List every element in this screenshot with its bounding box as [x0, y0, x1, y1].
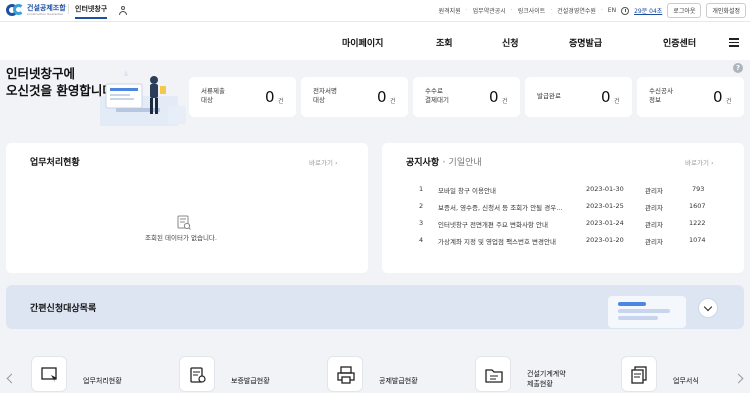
- service-guarantee-issuance[interactable]: 보증발급현황: [179, 356, 299, 393]
- help-icon[interactable]: ?: [733, 63, 743, 73]
- nav-auth-center[interactable]: 인증센터: [663, 36, 696, 49]
- clock-icon: [621, 6, 630, 15]
- notice-row[interactable]: 1 모바일 창구 이용안내 2023-01-30 관리자 793: [382, 185, 748, 203]
- logo-name: 건설공제조합: [27, 4, 66, 12]
- monitor-cursor-icon: [41, 367, 57, 382]
- stat-count: 0: [265, 88, 275, 106]
- nav-certificate[interactable]: 증명발급: [569, 36, 602, 49]
- folder-document-icon: [485, 369, 503, 383]
- quick-title: 간편신청대상목록: [30, 304, 97, 314]
- service-business-forms[interactable]: 업무서식: [621, 356, 731, 393]
- logout-button[interactable]: 로그아웃: [667, 3, 702, 18]
- link-training-institute[interactable]: 건설경영연수원: [557, 6, 596, 15]
- session-timer[interactable]: 29분 04초: [634, 6, 662, 15]
- stat-card-received-construction[interactable]: 수신공사 정보 0 건: [637, 77, 744, 117]
- printer-document-icon: [337, 366, 355, 384]
- personal-settings-button[interactable]: 개인화설정: [706, 3, 746, 18]
- nav-application[interactable]: 신청: [502, 36, 519, 49]
- panel-title: 업무처리현황: [30, 158, 80, 168]
- link-english[interactable]: EN: [608, 7, 616, 14]
- top-utility-bar: 건설공제조합 Construction Guarantee 인터넷창구 원격지원…: [0, 0, 750, 22]
- work-status-panel: 업무처리현황 바로가기 ›: [6, 143, 368, 273]
- forms-stack-icon: [631, 366, 647, 384]
- stat-card-issued[interactable]: 발급완료 0 건: [525, 77, 632, 117]
- nav-mypage[interactable]: 마이페이지: [342, 36, 383, 49]
- site-tab-internet-window[interactable]: 인터넷창구: [68, 4, 108, 19]
- stat-count: 0: [601, 88, 611, 106]
- stat-card-fee-payment[interactable]: 수수료 결제대기 0 건: [413, 77, 520, 117]
- service-mutual-aid-issuance[interactable]: 공제발급현황: [327, 356, 447, 393]
- empty-document-icon: [177, 215, 191, 230]
- stat-count: 0: [377, 88, 387, 106]
- stat-card-e-signature[interactable]: 전자서명 대상 0 건: [301, 77, 408, 117]
- empty-message: 조회된 데이터가 없습니다.: [145, 234, 217, 242]
- tab-notice[interactable]: 공지사항: [406, 158, 439, 168]
- welcome-illustration: [100, 70, 186, 126]
- certificate-scroll-icon: [190, 367, 206, 383]
- menu-icon[interactable]: [729, 38, 739, 47]
- stat-card-document-submission[interactable]: 서류제출 대상 0 건: [189, 77, 296, 117]
- stat-count: 0: [489, 88, 499, 106]
- chevron-left-icon[interactable]: [6, 373, 17, 384]
- chevron-down-icon[interactable]: [698, 298, 718, 318]
- link-terms-disclosure[interactable]: 업무약관공시: [473, 6, 506, 15]
- main-navigation: 마이페이지 조회 신청 증명발급 인증센터: [0, 22, 750, 60]
- more-link[interactable]: 바로가기 ›: [309, 157, 338, 167]
- tab-deadline[interactable]: 기일안내: [449, 158, 482, 168]
- nav-inquiry[interactable]: 조회: [436, 36, 453, 49]
- logo-subtitle: Construction Guarantee: [27, 12, 63, 16]
- stat-count: 0: [713, 88, 723, 106]
- logo[interactable]: 건설공제조합 Construction Guarantee: [6, 3, 66, 17]
- notice-row[interactable]: 3 인터넷창구 전면개편 주요 변화사항 안내 2023-01-24 관리자 1…: [382, 219, 748, 237]
- utility-links: 원격지원 · 업무약관공시 · 링크사이트 · 건설경영연수원 · EN 29분…: [439, 3, 746, 18]
- more-link[interactable]: 바로가기 ›: [685, 157, 714, 167]
- user-icon[interactable]: [119, 6, 127, 15]
- link-remote-support[interactable]: 원격지원: [439, 6, 461, 15]
- service-work-status[interactable]: 업무처리현황: [31, 356, 151, 393]
- quick-card-illustration: [608, 296, 686, 328]
- notice-row[interactable]: 2 보증서, 영수증, 신청서 등 조회가 안될 경우... 2023-01-2…: [382, 202, 748, 220]
- logo-mark-icon: [6, 3, 24, 17]
- link-sites[interactable]: 링크사이트: [518, 6, 546, 15]
- chevron-right-icon[interactable]: [733, 373, 744, 384]
- notice-tabs: 공지사항 · 기일안내: [406, 158, 482, 168]
- notice-row[interactable]: 4 가상계좌 지정 및 영업점 팩스번호 변경안내 2023-01-20 관리자…: [382, 236, 748, 254]
- service-machinery-contract[interactable]: 건설기계계약 제출현황: [475, 356, 595, 393]
- notice-panel: 공지사항 · 기일안내 바로가기 › 1 모바일 창구 이용안내 2023-01-3…: [382, 143, 744, 273]
